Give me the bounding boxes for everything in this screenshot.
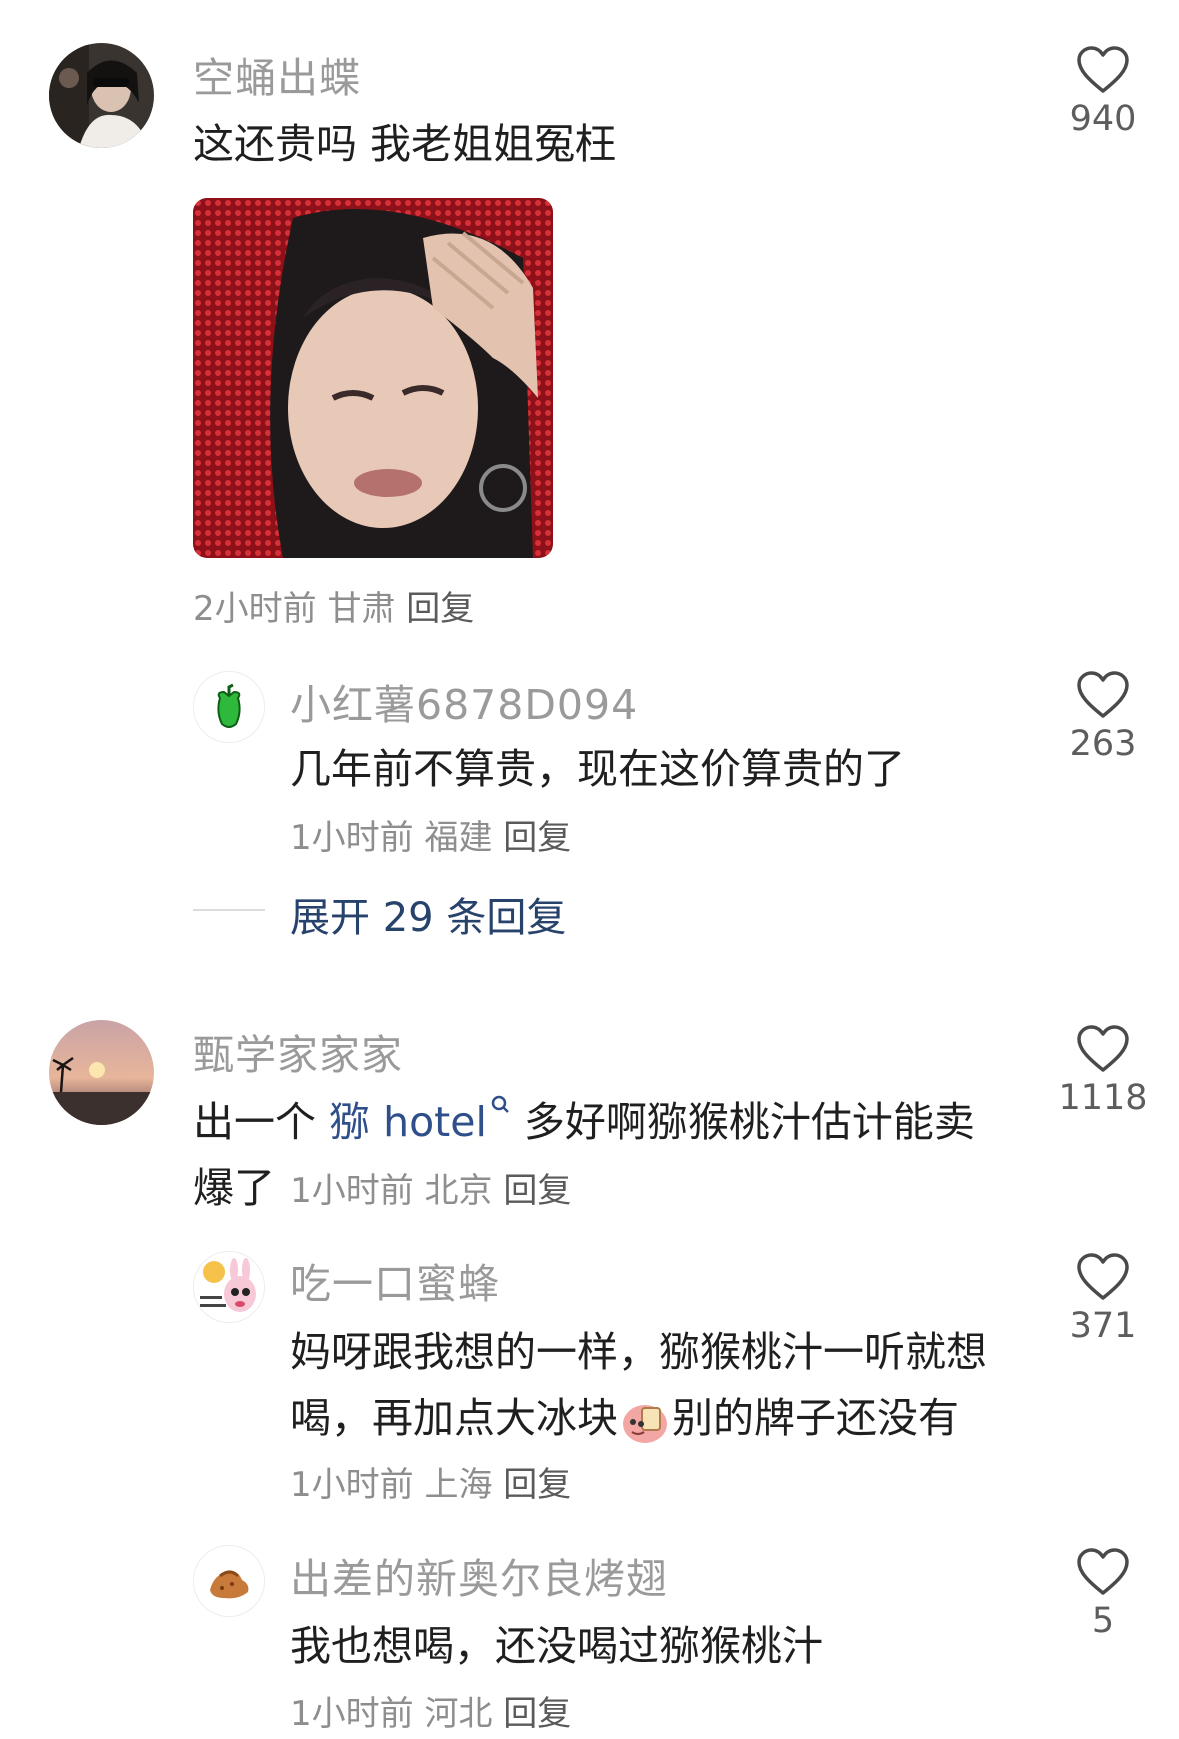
avatar[interactable] xyxy=(193,1545,265,1617)
like-count: 371 xyxy=(1069,1306,1137,1346)
search-icon[interactable] xyxy=(489,1094,511,1118)
heart-outline-icon[interactable] xyxy=(1076,45,1130,95)
reply-time: 1小时前 xyxy=(290,818,414,858)
reply-text-segment: 别的牌子还没有 xyxy=(672,1394,959,1442)
heart-outline-icon[interactable] xyxy=(1076,1547,1130,1597)
reply-meta: 1小时前 福建 回复 xyxy=(290,810,571,859)
reply-button[interactable]: 回复 xyxy=(503,1694,571,1734)
comment-text-line2: 爆了 xyxy=(193,1164,275,1212)
comment-text-rest: 多好啊猕猴桃汁估计能卖 xyxy=(510,1098,975,1146)
like-count: 5 xyxy=(1091,1601,1115,1641)
comment-text: 出一个 猕 hotel 多好啊猕猴桃汁估计能卖 xyxy=(193,1088,975,1148)
heart-outline-icon[interactable] xyxy=(1076,670,1130,720)
like-count: 940 xyxy=(1069,99,1137,139)
comment-text: 这还贵吗 我老姐姐冤枉 xyxy=(193,120,617,168)
like-button[interactable]: 1118 xyxy=(1038,1024,1168,1118)
reply-username[interactable]: 出差的新奥尔良烤翅 xyxy=(290,1545,668,1605)
comment-username[interactable]: 甄学家家家 xyxy=(193,1021,403,1081)
avatar[interactable] xyxy=(49,1020,154,1125)
expand-replies-button[interactable]: 展开 29 条回复 xyxy=(290,885,566,943)
comment-time: 2小时前 xyxy=(193,589,317,629)
reply-location: 上海 xyxy=(424,1465,493,1505)
like-count: 263 xyxy=(1069,724,1137,764)
like-button[interactable]: 263 xyxy=(1038,670,1168,764)
comment-text-prefix: 出一个 xyxy=(193,1098,330,1146)
reply-button[interactable]: 回复 xyxy=(503,1171,571,1211)
like-button[interactable]: 371 xyxy=(1038,1252,1168,1346)
avatar[interactable] xyxy=(193,1251,265,1323)
comment-time: 1小时前 xyxy=(290,1171,414,1211)
reply-meta: 1小时前 河北 回复 xyxy=(290,1686,571,1735)
reply-button[interactable]: 回复 xyxy=(503,818,571,858)
reply-username[interactable]: 吃一口蜜蜂 xyxy=(290,1250,500,1310)
reply-time: 1小时前 xyxy=(290,1694,414,1734)
reply-text: 几年前不算贵，现在这价算贵的了 xyxy=(290,745,905,793)
comment-location: 北京 xyxy=(424,1171,493,1211)
like-button[interactable]: 5 xyxy=(1038,1547,1168,1641)
comment-line2: 爆了 1小时前 北京 回复 xyxy=(193,1154,571,1214)
reply-text-line2: 喝，再加点大冰块 别的牌子还没有 xyxy=(290,1384,959,1446)
comment-image[interactable] xyxy=(193,198,553,558)
reply-text-line1: 妈呀跟我想的一样，猕猴桃汁一听就想 xyxy=(290,1328,987,1376)
like-count: 1118 xyxy=(1058,1078,1148,1118)
comment-meta: 1小时前 北京 回复 xyxy=(290,1171,571,1211)
reply-location: 河北 xyxy=(424,1694,493,1734)
search-keyword-link[interactable]: 猕 hotel xyxy=(329,1098,487,1146)
comment-username[interactable]: 空蛹出蝶 xyxy=(193,44,361,104)
avatar[interactable] xyxy=(49,43,154,148)
reply-meta: 1小时前 上海 回复 xyxy=(290,1457,571,1506)
avatar[interactable] xyxy=(193,671,265,743)
comment-meta: 2小时前 甘肃 回复 xyxy=(193,581,474,630)
heart-outline-icon[interactable] xyxy=(1076,1252,1130,1302)
reply-time: 1小时前 xyxy=(290,1465,414,1505)
reply-location: 福建 xyxy=(424,818,493,858)
reply-text: 我也想喝，还没喝过猕猴桃汁 xyxy=(290,1622,823,1670)
sticker-emoji-icon xyxy=(623,1405,667,1443)
reply-button[interactable]: 回复 xyxy=(503,1465,571,1505)
reply-button[interactable]: 回复 xyxy=(406,589,474,629)
like-button[interactable]: 940 xyxy=(1038,45,1168,139)
expand-divider xyxy=(193,909,265,911)
comment-location: 甘肃 xyxy=(327,589,396,629)
heart-outline-icon[interactable] xyxy=(1076,1024,1130,1074)
reply-username[interactable]: 小红薯6878D094 xyxy=(290,671,638,731)
reply-text-segment: 喝，再加点大冰块 xyxy=(290,1394,618,1442)
